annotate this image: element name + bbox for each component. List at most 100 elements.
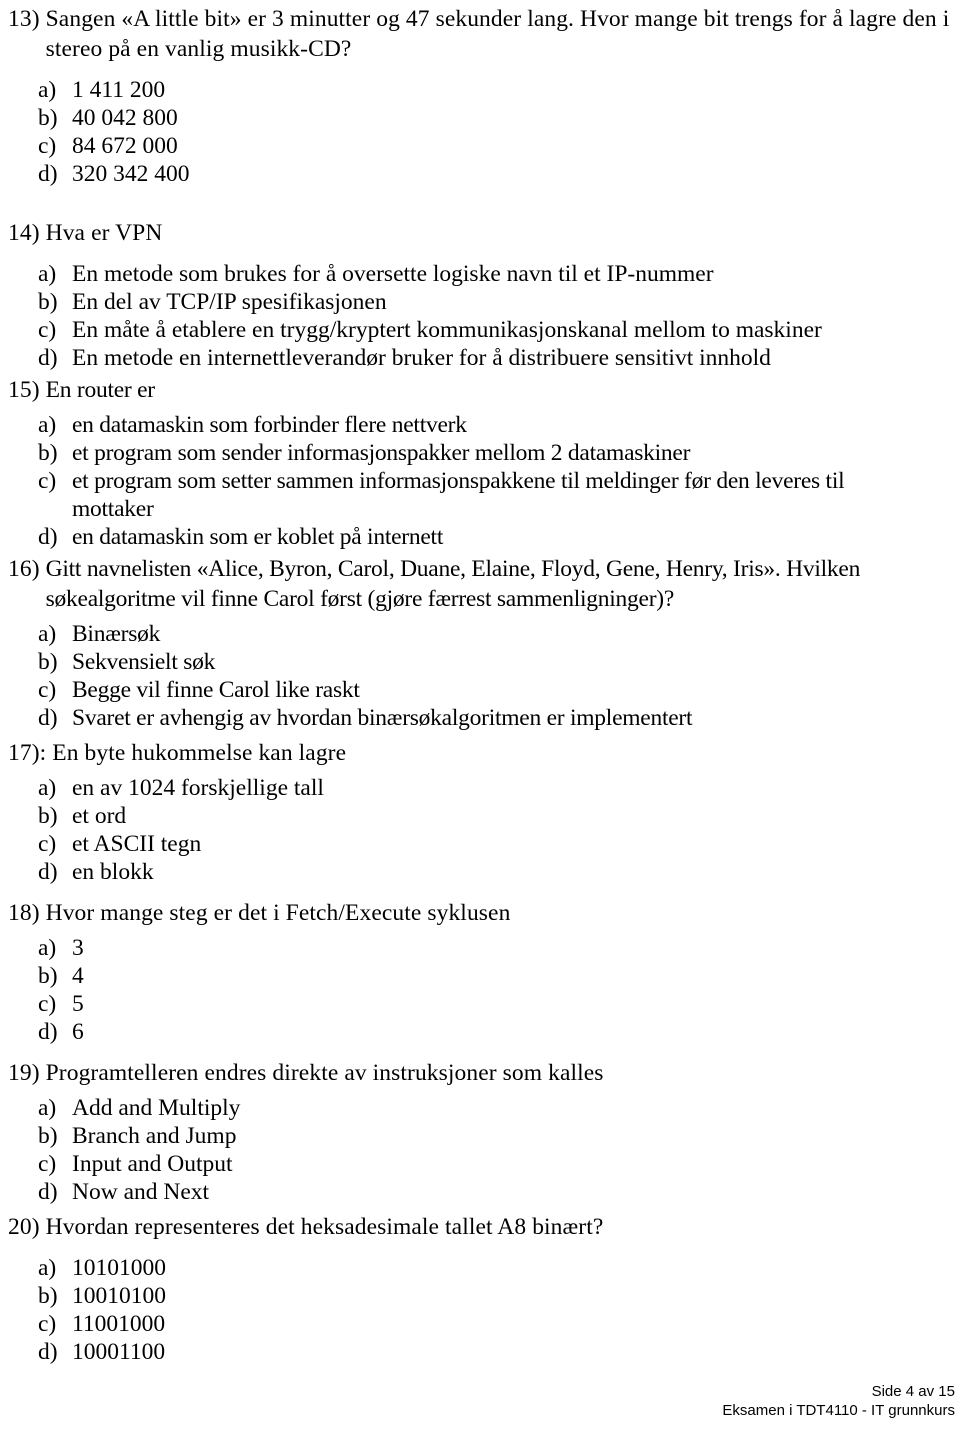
option-text: En måte å etablere en trygg/kryptert kom… — [72, 317, 822, 343]
option-label: b) — [38, 105, 58, 131]
option-list: a) Binærsøk b) Sekvensielt søk c) Begge … — [8, 620, 960, 732]
option-text: Begge vil finne Carol like raskt — [72, 677, 360, 703]
option-label: b) — [38, 440, 58, 466]
option-item[interactable]: b) Branch and Jump — [8, 1122, 960, 1150]
question-stem: 14) Hva er VPN — [8, 218, 960, 248]
option-item[interactable]: b) 4 — [8, 962, 960, 990]
option-item[interactable]: b) et program som sender informasjonspak… — [8, 439, 960, 467]
option-item[interactable]: d) en blokk — [8, 858, 960, 886]
option-item[interactable]: a) en datamaskin som forbinder flere net… — [8, 411, 960, 439]
option-label: a) — [38, 77, 57, 103]
option-label: a) — [38, 261, 57, 287]
option-item[interactable]: c) et program som setter sammen informas… — [8, 467, 960, 523]
option-item[interactable]: d) 10001100 — [8, 1338, 960, 1366]
option-item[interactable]: a) Binærsøk — [8, 620, 960, 648]
option-text: en blokk — [72, 859, 154, 885]
option-text: Now and Next — [72, 1179, 210, 1205]
question-number: 18) — [8, 900, 40, 926]
option-label: c) — [38, 133, 57, 159]
option-label: d) — [38, 524, 58, 550]
option-item[interactable]: c) 5 — [8, 990, 960, 1018]
option-item[interactable]: b) et ord — [8, 802, 960, 830]
question-text: Gitt navnelisten «Alice, Byron, Carol, D… — [45, 556, 861, 612]
option-text: 40 042 800 — [72, 105, 178, 131]
option-item[interactable]: d) Svaret er avhengig av hvordan binærsø… — [8, 704, 960, 732]
question-number: 14) — [8, 220, 40, 246]
option-item[interactable]: d) en datamaskin som er koblet på intern… — [8, 523, 960, 551]
option-item[interactable]: a) 3 — [8, 934, 960, 962]
question-text: Hva er VPN — [45, 220, 163, 246]
option-item[interactable]: a) 10101000 — [8, 1254, 960, 1282]
option-text: 10101000 — [72, 1255, 166, 1281]
option-item[interactable]: c) En måte å etablere en trygg/kryptert … — [8, 316, 960, 344]
option-text: 10001100 — [72, 1339, 166, 1365]
option-item[interactable]: a) Add and Multiply — [8, 1094, 960, 1122]
option-text: 1 411 200 — [72, 77, 166, 103]
option-item[interactable]: b) 10010100 — [8, 1282, 960, 1310]
option-text: en av 1024 forskjellige tall — [72, 775, 324, 801]
option-label: a) — [38, 1095, 57, 1121]
option-label: c) — [38, 1151, 57, 1177]
option-label: b) — [38, 963, 58, 989]
question-stem: 20) Hvordan representeres det heksadesim… — [8, 1212, 960, 1242]
option-label: d) — [38, 345, 58, 371]
option-item[interactable]: b) 40 042 800 — [8, 104, 960, 132]
option-item[interactable]: a) en av 1024 forskjellige tall — [8, 774, 960, 802]
option-label: d) — [38, 705, 58, 731]
question-stem: 13) Sangen «A little bit» er 3 minutter … — [8, 4, 960, 64]
option-item[interactable]: b) En del av TCP/IP spesifikasjonen — [8, 288, 960, 316]
option-item[interactable]: c) 11001000 — [8, 1310, 960, 1338]
option-text: Binærsøk — [72, 621, 161, 647]
page-footer: Side 4 av 15 Eksamen i TDT4110 - IT grun… — [722, 1382, 955, 1420]
question-text: Hvordan representeres det heksadesimale … — [45, 1214, 604, 1240]
option-text: Branch and Jump — [72, 1123, 237, 1149]
option-item[interactable]: a) 1 411 200 — [8, 76, 960, 104]
option-text: 10010100 — [72, 1283, 166, 1309]
question-20: 20) Hvordan representeres det heksadesim… — [0, 1212, 960, 1366]
option-item[interactable]: c) Input and Output — [8, 1150, 960, 1178]
option-list: a) En metode som brukes for å oversette … — [8, 260, 960, 372]
option-label: a) — [38, 621, 57, 647]
question-17: 17): En byte hukommelse kan lagre a) en … — [0, 738, 960, 886]
question-number: 16) — [8, 556, 40, 582]
question-number: 17): — [8, 740, 47, 766]
option-item[interactable]: c) et ASCII tegn — [8, 830, 960, 858]
option-text: 11001000 — [72, 1311, 166, 1337]
question-number: 19) — [8, 1060, 40, 1086]
option-item[interactable]: d) Now and Next — [8, 1178, 960, 1206]
question-14: 14) Hva er VPN a) En metode som brukes f… — [0, 218, 960, 372]
option-label: a) — [38, 1255, 57, 1281]
option-item[interactable]: d) 320 342 400 — [8, 160, 960, 188]
option-label: b) — [38, 649, 58, 675]
option-label: a) — [38, 412, 57, 438]
option-text: et ord — [72, 803, 127, 829]
option-label: d) — [38, 1179, 58, 1205]
option-text: 3 — [72, 935, 84, 961]
option-text: En metode en internettleverandør bruker … — [72, 345, 771, 371]
option-label: c) — [38, 991, 57, 1017]
question-16: 16) Gitt navnelisten «Alice, Byron, Caro… — [0, 554, 960, 732]
option-label: d) — [38, 859, 58, 885]
option-item[interactable]: c) Begge vil finne Carol like raskt — [8, 676, 960, 704]
question-number: 13) — [8, 6, 40, 32]
option-text: et program som setter sammen informasjon… — [72, 468, 845, 522]
option-text: 4 — [72, 963, 84, 989]
option-list: a) Add and Multiply b) Branch and Jump c… — [8, 1094, 960, 1206]
option-label: d) — [38, 161, 58, 187]
question-15: 15) En router er a) en datamaskin som fo… — [0, 375, 960, 551]
question-text: Sangen «A little bit» er 3 minutter og 4… — [45, 6, 950, 62]
option-text: 320 342 400 — [72, 161, 190, 187]
option-list: a) 10101000 b) 10010100 c) 11001000 d) 1… — [8, 1254, 960, 1366]
question-19: 19) Programtelleren endres direkte av in… — [0, 1058, 960, 1206]
option-item[interactable]: b) Sekvensielt søk — [8, 648, 960, 676]
option-item[interactable]: d) En metode en internettleverandør bruk… — [8, 344, 960, 372]
option-text: En metode som brukes for å oversette log… — [72, 261, 714, 287]
option-item[interactable]: d) 6 — [8, 1018, 960, 1046]
option-item[interactable]: c) 84 672 000 — [8, 132, 960, 160]
option-item[interactable]: a) En metode som brukes for å oversette … — [8, 260, 960, 288]
